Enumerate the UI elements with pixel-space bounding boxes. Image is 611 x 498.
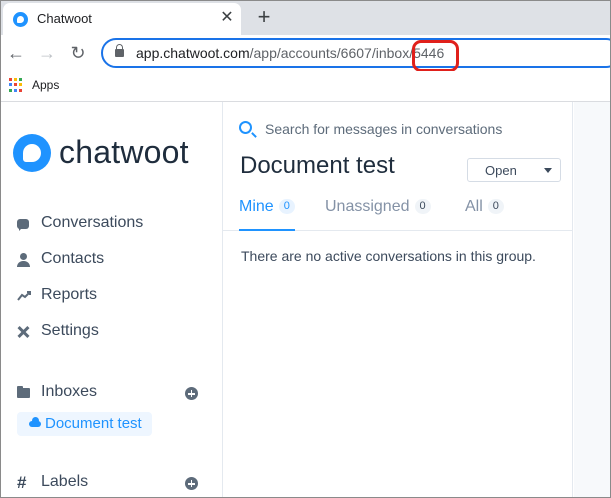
brand-name: chatwoot xyxy=(59,134,189,170)
chevron-down-icon xyxy=(544,168,552,173)
apps-grid-icon[interactable] xyxy=(9,78,23,92)
tab-count-badge: 0 xyxy=(278,199,295,214)
url-text[interactable]: app.chatwoot.com/app/accounts/6607/inbox… xyxy=(136,45,444,61)
reload-button[interactable]: ↻ xyxy=(66,41,90,65)
close-tab-icon[interactable]: ✕ xyxy=(217,8,237,28)
sidebar: chatwoot Conversations Contacts Reports … xyxy=(1,102,223,497)
new-tab-button[interactable]: + xyxy=(251,5,277,31)
address-bar[interactable]: app.chatwoot.com/app/accounts/6607/inbox… xyxy=(101,38,610,68)
labels-heading: Labels xyxy=(41,473,89,490)
empty-state-message: There are no active conversations in thi… xyxy=(241,248,536,264)
sidebar-item-reports[interactable]: Reports xyxy=(17,285,207,307)
trending-up-icon xyxy=(17,289,31,303)
cloud-icon xyxy=(29,417,41,427)
sidebar-item-document-test[interactable]: Document test xyxy=(17,412,152,436)
chatwoot-app: chatwoot Conversations Contacts Reports … xyxy=(1,102,610,497)
labels-section-header: # Labels xyxy=(17,472,207,494)
forward-button[interactable]: → xyxy=(35,41,59,65)
browser-window: Chatwoot ✕ + ← → ↻ app.chatwoot.com/app/… xyxy=(0,0,611,498)
sidebar-item-conversations[interactable]: Conversations xyxy=(17,213,207,235)
tab-mine[interactable]: Mine 0 xyxy=(239,198,295,231)
page-title: Document test xyxy=(240,152,395,179)
annotation-highlight-ring xyxy=(412,40,459,72)
lock-icon[interactable] xyxy=(115,44,124,57)
inboxes-section-header: Inboxes xyxy=(17,382,207,404)
conversation-tabs: Mine 0 Unassigned 0 All 0 xyxy=(223,194,573,231)
sidebar-item-settings[interactable]: Settings xyxy=(17,321,207,343)
tab-label: Unassigned xyxy=(325,198,410,215)
sidebar-item-label: Reports xyxy=(41,286,98,303)
tab-title: Chatwoot xyxy=(37,11,92,26)
sidebar-item-label: Contacts xyxy=(41,250,105,267)
tab-all[interactable]: All 0 xyxy=(465,198,504,231)
chatwoot-logo-icon xyxy=(13,134,51,172)
person-icon xyxy=(17,253,31,267)
bookmark-apps[interactable]: Apps xyxy=(32,78,59,92)
add-inbox-icon[interactable] xyxy=(185,387,198,400)
folder-icon xyxy=(17,386,30,398)
tools-icon xyxy=(17,325,31,339)
inbox-label: Document test xyxy=(45,415,142,432)
tab-label: Mine xyxy=(239,198,274,215)
tab-count-badge: 0 xyxy=(414,199,431,214)
sidebar-item-label: Conversations xyxy=(41,214,144,231)
search-icon xyxy=(239,121,252,134)
tab-label: All xyxy=(465,198,483,215)
search-input[interactable]: Search for messages in conversations xyxy=(265,121,502,137)
browser-tab[interactable]: Chatwoot ✕ xyxy=(3,3,241,35)
conversation-list-panel: Search for messages in conversations Doc… xyxy=(223,102,573,497)
sidebar-item-contacts[interactable]: Contacts xyxy=(17,249,207,271)
bookmarks-bar: Apps xyxy=(1,71,610,102)
tab-count-badge: 0 xyxy=(487,199,504,214)
inboxes-heading: Inboxes xyxy=(41,383,98,400)
hash-icon: # xyxy=(17,473,27,492)
tab-unassigned[interactable]: Unassigned 0 xyxy=(325,198,431,231)
status-filter-select[interactable]: Open xyxy=(467,158,561,182)
add-label-icon[interactable] xyxy=(185,477,198,490)
browser-toolbar: ← → ↻ app.chatwoot.com/app/accounts/6607… xyxy=(1,35,610,71)
status-filter-value: Open xyxy=(485,163,517,178)
sidebar-item-label: Settings xyxy=(41,322,99,339)
tab-strip: Chatwoot ✕ + xyxy=(1,1,610,35)
url-host: app.chatwoot.com xyxy=(136,45,250,61)
chat-bubble-icon xyxy=(17,219,29,231)
conversation-detail-panel xyxy=(574,102,610,497)
chatwoot-favicon-icon xyxy=(13,12,28,27)
back-button[interactable]: ← xyxy=(4,41,28,65)
